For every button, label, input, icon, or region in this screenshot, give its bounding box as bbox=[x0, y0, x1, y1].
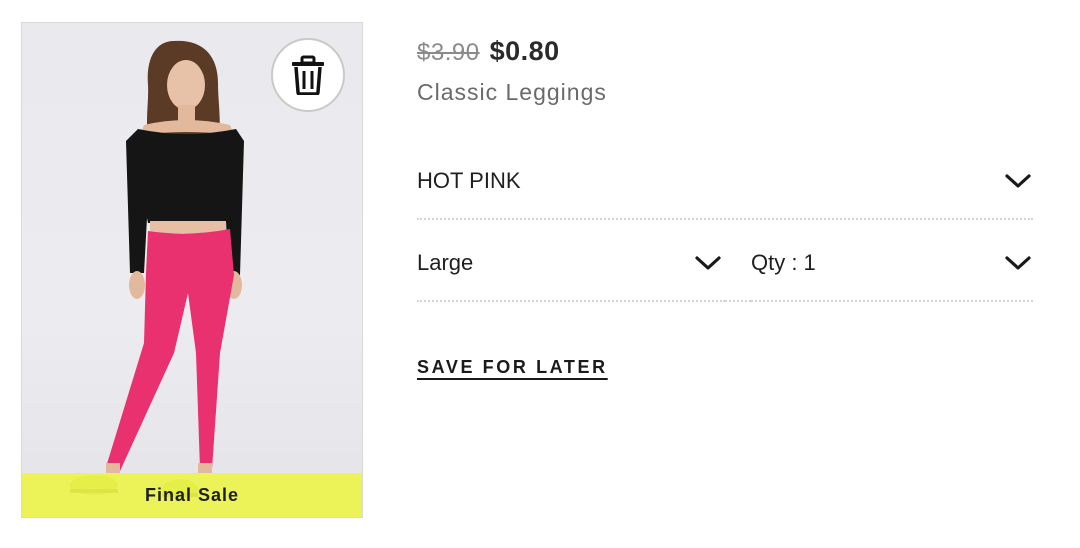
original-price: $3.90 bbox=[417, 39, 480, 66]
color-dropdown[interactable]: HOT PINK bbox=[417, 150, 1033, 220]
size-value: Large bbox=[417, 250, 474, 275]
final-sale-badge: Final Sale bbox=[22, 473, 362, 517]
chevron-down-icon bbox=[1003, 248, 1033, 278]
color-value: HOT PINK bbox=[417, 168, 521, 193]
product-name: Classic Leggings bbox=[417, 79, 607, 105]
price-row: $3.90 $0.80 bbox=[417, 36, 560, 67]
chevron-down-icon bbox=[1003, 166, 1033, 196]
cart-item-card: Final Sale $3.90 $0.80 Classic Leggings … bbox=[0, 0, 1080, 548]
divider bbox=[725, 300, 751, 302]
quantity-dropdown[interactable]: Qty : 1 bbox=[751, 232, 1033, 302]
product-image-frame[interactable]: Final Sale bbox=[21, 22, 363, 518]
quantity-value: Qty : 1 bbox=[751, 250, 816, 275]
size-dropdown[interactable]: Large bbox=[417, 232, 725, 302]
trash-icon bbox=[292, 55, 324, 95]
save-for-later-link[interactable]: SAVE FOR LATER bbox=[417, 357, 608, 378]
chevron-down-icon bbox=[693, 248, 723, 278]
sale-price: $0.80 bbox=[489, 36, 560, 66]
remove-item-button[interactable] bbox=[271, 38, 345, 112]
